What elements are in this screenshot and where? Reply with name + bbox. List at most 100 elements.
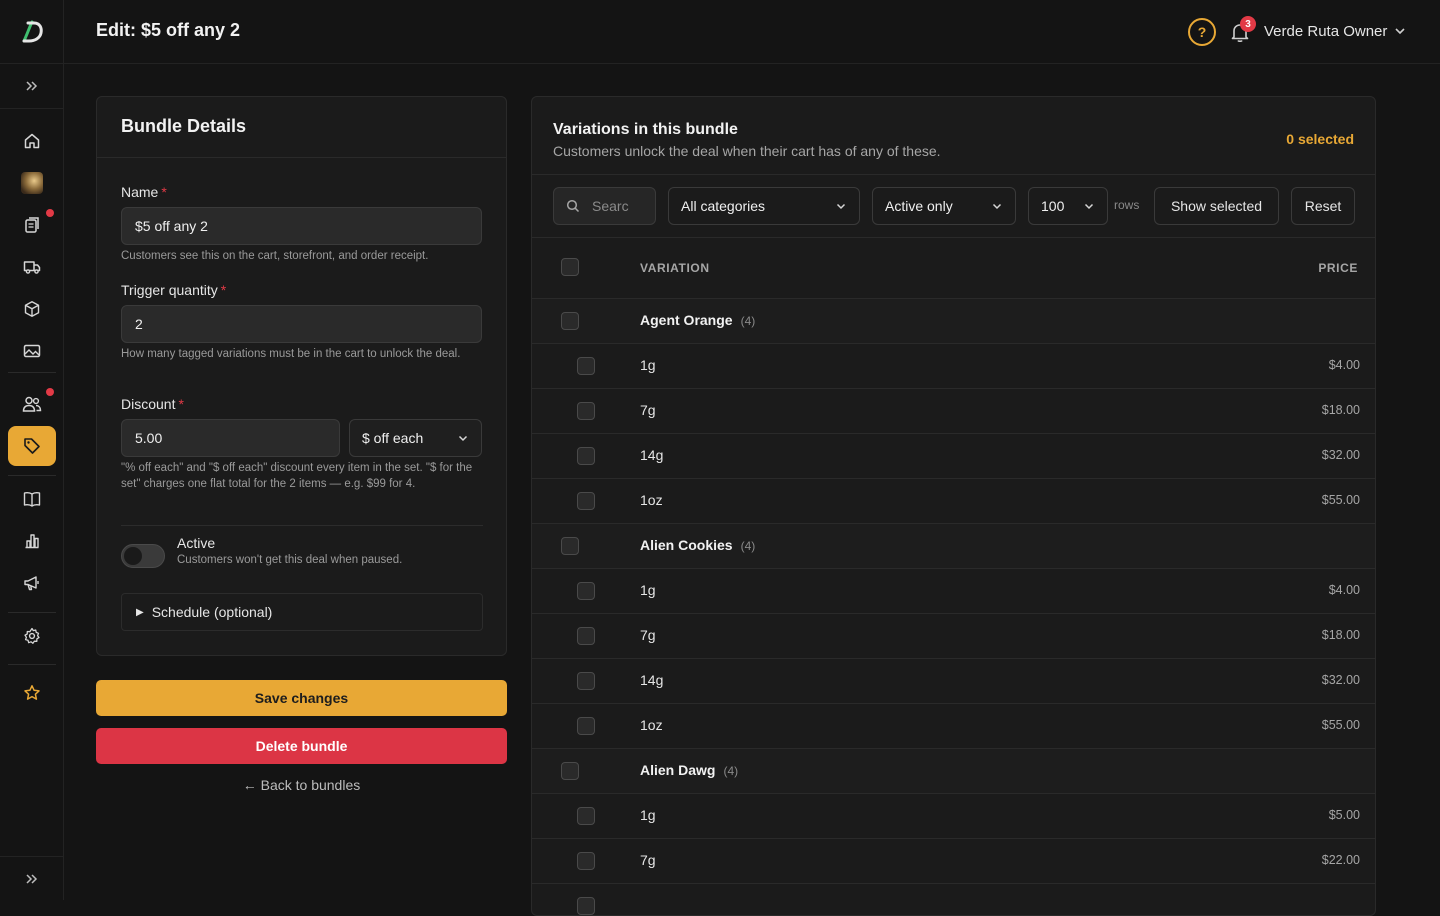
variations-subtitle: Customers unlock the deal when their car…: [553, 143, 941, 159]
variation-name-text: 1g: [640, 582, 656, 598]
notification-dot: [46, 388, 54, 396]
sidebar-item-bundles[interactable]: [8, 426, 56, 466]
row-checkbox[interactable]: [577, 627, 595, 645]
row-checkbox[interactable]: [577, 447, 595, 465]
save-changes-button[interactable]: Save changes: [96, 680, 507, 716]
name-input[interactable]: $5 off any 2: [121, 207, 482, 245]
discount-amount-input[interactable]: 5.00: [121, 419, 340, 457]
discount-type-select[interactable]: $ off each: [349, 419, 482, 457]
sidebar-divider: [8, 475, 56, 476]
variation-name: 7g: [640, 627, 656, 643]
show-selected-button[interactable]: Show selected: [1154, 187, 1279, 225]
row-checkbox[interactable]: [577, 672, 595, 690]
row-checkbox[interactable]: [577, 807, 595, 825]
schedule-disclosure[interactable]: ▶ Schedule (optional): [121, 593, 483, 631]
active-toggle[interactable]: [121, 544, 165, 568]
table-row[interactable]: 1oz $55.00: [532, 703, 1375, 748]
double-chevron-right-icon: [26, 81, 38, 91]
table-row[interactable]: 7g $18.00: [532, 613, 1375, 658]
trigger-quantity-label: Trigger quantity *: [121, 282, 226, 298]
active-help-text: Customers won't get this deal when pause…: [177, 554, 403, 566]
book-icon: [23, 492, 41, 507]
table-row[interactable]: 7g $18.00: [532, 388, 1375, 433]
sidebar-item-reports[interactable]: [8, 521, 56, 561]
help-button[interactable]: ?: [1188, 18, 1216, 46]
name-label-text: Name: [121, 184, 159, 200]
trigger-label-text: Trigger quantity: [121, 282, 218, 298]
tag-icon: [24, 438, 40, 454]
sidebar: [0, 0, 64, 900]
search-input[interactable]: Searc: [553, 187, 656, 225]
delete-bundle-button[interactable]: Delete bundle: [96, 728, 507, 764]
sidebar-item-marketing[interactable]: [8, 563, 56, 603]
table-row[interactable]: 1g $4.00: [532, 568, 1375, 613]
group-checkbox[interactable]: [561, 537, 579, 555]
variation-name: 14g: [640, 447, 663, 463]
status-filter-select[interactable]: Active only: [872, 187, 1016, 225]
table-row[interactable]: 14g $32.00: [532, 433, 1375, 478]
variation-name: 1oz: [640, 717, 663, 733]
sidebar-item-settings[interactable]: [8, 616, 56, 656]
variation-name: 1g: [640, 582, 656, 598]
row-checkbox[interactable]: [577, 492, 595, 510]
row-checkbox[interactable]: [577, 582, 595, 600]
table-row[interactable]: 1g $4.00: [532, 343, 1375, 388]
notification-count-badge: 3: [1240, 16, 1256, 32]
toolbar-divider: [532, 237, 1375, 238]
home-icon: [24, 133, 40, 149]
sidebar-item-home[interactable]: [8, 121, 56, 161]
sidebar-item-customers[interactable]: [8, 384, 56, 424]
schedule-label: Schedule (optional): [151, 604, 273, 620]
sidebar-item-profile[interactable]: [8, 163, 56, 203]
variation-name: Alien Dawg (4): [640, 762, 738, 778]
back-to-bundles-link[interactable]: ← Back to bundles: [96, 777, 507, 793]
chevron-down-icon: [1084, 203, 1094, 210]
row-checkbox[interactable]: [577, 357, 595, 375]
trigger-quantity-input[interactable]: 2: [121, 305, 482, 343]
sidebar-item-favorites[interactable]: [8, 673, 56, 713]
expand-sidebar-bottom-button[interactable]: [0, 856, 64, 900]
variation-count: (4): [740, 314, 756, 328]
variation-price: $55.00: [1321, 493, 1360, 507]
star-icon: [24, 685, 40, 700]
group-checkbox[interactable]: [561, 312, 579, 330]
sidebar-item-delivery[interactable]: [8, 247, 56, 287]
rows-per-page-value: 100: [1041, 198, 1065, 214]
table-row[interactable]: 1oz $55.00: [532, 478, 1375, 523]
sidebar-item-orders[interactable]: [8, 205, 56, 245]
rows-per-page-select[interactable]: 100: [1028, 187, 1108, 225]
expand-sidebar-button[interactable]: [0, 64, 64, 109]
variation-count: (4): [723, 764, 739, 778]
sidebar-item-catalog[interactable]: [8, 479, 56, 519]
sidebar-item-media[interactable]: [8, 331, 56, 371]
variation-name: 7g: [640, 852, 656, 868]
user-menu-name[interactable]: Verde Ruta Owner: [1264, 23, 1387, 40]
table-row[interactable]: 7g $22.00: [532, 838, 1375, 883]
top-header: Edit: $5 off any 2 ? 3 Verde Ruta Owner: [64, 0, 1440, 64]
select-all-checkbox[interactable]: [561, 258, 579, 276]
variation-group-row[interactable]: Alien Dawg (4): [532, 748, 1375, 793]
category-filter-select[interactable]: All categories: [668, 187, 860, 225]
name-help-text: Customers see this on the cart, storefro…: [121, 250, 429, 262]
variation-group-row[interactable]: Alien Cookies (4): [532, 523, 1375, 568]
double-chevron-right-icon: [26, 873, 38, 884]
table-row[interactable]: 1g $5.00: [532, 793, 1375, 838]
variation-name: Alien Cookies (4): [640, 537, 755, 553]
table-row[interactable]: 14g $32.00: [532, 658, 1375, 703]
variation-price: $55.00: [1321, 718, 1360, 732]
chevron-down-icon: [836, 203, 846, 210]
row-checkbox[interactable]: [577, 852, 595, 870]
variations-title: Variations in this bundle: [553, 121, 738, 138]
variation-name-text: Alien Dawg: [640, 762, 716, 778]
row-checkbox[interactable]: [577, 717, 595, 735]
user-menu-toggle[interactable]: [1393, 24, 1407, 43]
product-box-icon: [24, 301, 40, 317]
reset-button[interactable]: Reset: [1291, 187, 1355, 225]
row-checkbox[interactable]: [577, 402, 595, 420]
group-checkbox[interactable]: [561, 762, 579, 780]
brand-logo[interactable]: [0, 0, 64, 64]
sidebar-item-products[interactable]: [8, 289, 56, 329]
variation-price: $18.00: [1321, 403, 1360, 417]
variation-group-row[interactable]: Agent Orange (4): [532, 298, 1375, 343]
customers-users-icon: [22, 396, 42, 412]
